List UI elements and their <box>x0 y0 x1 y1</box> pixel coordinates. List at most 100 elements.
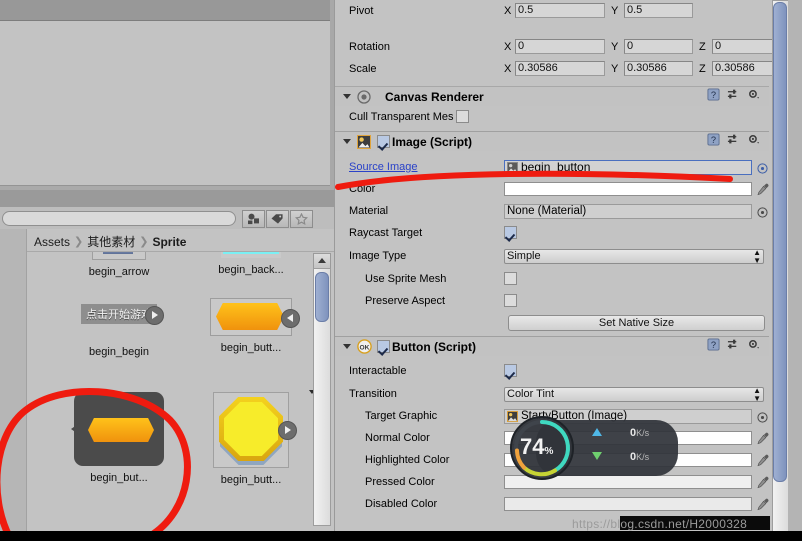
svg-text:?: ? <box>711 340 716 350</box>
asset-item[interactable]: begin_back... <box>177 252 308 276</box>
asset-item[interactable]: begin_butt... <box>177 392 308 486</box>
set-native-size-button[interactable]: Set Native Size <box>508 315 765 331</box>
project-scroll-up-button[interactable] <box>313 253 331 269</box>
button-component-enabled-checkbox[interactable] <box>377 340 390 353</box>
svg-text:?: ? <box>711 90 716 100</box>
source-image-row: Source Image begin_button <box>335 160 797 177</box>
upload-speed: 0K/s <box>630 427 649 439</box>
favorites-star-icon <box>295 213 308 225</box>
asset-item-selected[interactable]: begin_but... <box>45 392 193 484</box>
use-sprite-mesh-label: Use Sprite Mesh <box>365 273 447 285</box>
canvas-renderer-header[interactable]: Canvas Renderer <box>335 86 769 106</box>
breadcrumb-item-current[interactable]: Sprite <box>152 235 186 249</box>
preview-play-badge[interactable] <box>281 309 300 328</box>
gear-icon[interactable] <box>747 133 760 146</box>
chevron-up-icon <box>318 258 326 263</box>
eyedropper-icon[interactable] <box>757 183 769 196</box>
eyedropper-icon[interactable] <box>757 454 769 467</box>
asset-item[interactable]: begin_butt... <box>177 298 308 354</box>
image-component-header-icons: ? <box>707 133 760 146</box>
disabled-color-row: Disabled Color <box>335 497 797 514</box>
button-component-title: Button (Script) <box>392 339 476 354</box>
disabled-color-swatch[interactable] <box>504 497 752 511</box>
raycast-target-checkbox[interactable] <box>504 226 517 239</box>
preserve-aspect-row: Preserve Aspect <box>335 294 797 311</box>
rotation-x-field[interactable]: 0 <box>515 39 605 54</box>
image-component-header[interactable]: Image (Script) <box>335 131 769 151</box>
interactable-checkbox[interactable] <box>504 364 517 377</box>
eyedropper-icon[interactable] <box>757 498 769 511</box>
image-color-swatch[interactable] <box>504 182 752 196</box>
search-input[interactable] <box>2 211 236 226</box>
pivot-y-axis: Y <box>611 4 619 17</box>
breadcrumb-item-folder[interactable]: 其他素材 <box>87 233 135 250</box>
object-picker-icon[interactable] <box>757 412 768 423</box>
gauge-unit: % <box>544 446 554 457</box>
image-component-enabled-checkbox[interactable] <box>377 135 390 148</box>
eyedropper-icon[interactable] <box>757 476 769 489</box>
asset-item[interactable]: begin_arrow <box>45 252 193 278</box>
preset-icon[interactable] <box>727 338 740 351</box>
asset-thumbnail <box>210 298 300 336</box>
button-component-header-icons: ? <box>707 338 760 351</box>
gear-icon[interactable] <box>747 338 760 351</box>
source-image-label[interactable]: Source Image <box>349 161 417 173</box>
download-arrow-icon <box>592 452 602 460</box>
collapse-triangle-icon[interactable] <box>343 139 351 144</box>
object-picker-icon[interactable] <box>757 207 768 218</box>
collapse-triangle-icon[interactable] <box>343 94 351 99</box>
filter-by-type-button[interactable] <box>242 210 265 228</box>
hex-button-sprite <box>216 303 284 330</box>
scale-x-field[interactable]: 0.30586 <box>515 61 605 76</box>
help-icon[interactable]: ? <box>707 88 720 101</box>
cpu-gauge[interactable]: 74% <box>508 414 576 482</box>
asset-label: begin_butt... <box>220 342 282 354</box>
rotation-z-field[interactable]: 0 <box>712 39 781 54</box>
highlighted-color-label: Highlighted Color <box>365 454 450 466</box>
help-icon[interactable]: ? <box>707 133 720 146</box>
image-material-value: None (Material) <box>507 205 587 217</box>
preset-icon[interactable] <box>727 88 740 101</box>
preset-icon[interactable] <box>727 133 740 146</box>
dropdown-arrows-icon: ▲ ▼ <box>753 385 761 403</box>
project-scrollbar-thumb[interactable] <box>315 272 329 322</box>
favorites-button[interactable] <box>290 210 313 228</box>
preview-play-badge[interactable] <box>278 421 297 440</box>
pivot-label: Pivot <box>349 4 374 17</box>
preserve-aspect-checkbox[interactable] <box>504 294 517 307</box>
asset-item[interactable]: 点击开始游戏 begin_begin <box>45 304 193 358</box>
scale-z-field[interactable]: 0.30586 <box>712 61 781 76</box>
image-type-dropdown[interactable]: Simple ▲ ▼ <box>504 247 764 265</box>
object-picker-icon[interactable] <box>757 163 768 174</box>
pivot-y-field[interactable]: 0.5 <box>624 3 693 18</box>
button-component-header[interactable]: OK Button (Script) <box>335 336 769 356</box>
dark-hex-button-sprite <box>88 418 154 442</box>
image-material-field[interactable]: None (Material) <box>504 204 752 219</box>
download-speed-unit: K/s <box>636 452 650 462</box>
asset-thumbnail: 点击开始游戏 <box>81 304 164 325</box>
filter-by-label-button[interactable] <box>266 210 289 228</box>
eyedropper-icon[interactable] <box>757 432 769 445</box>
preview-play-badge[interactable] <box>145 306 164 325</box>
use-sprite-mesh-checkbox[interactable] <box>504 272 517 285</box>
asset-grid: begin_arrow begin_back... 点击开始游戏 begin_b… <box>27 252 308 531</box>
rotation-y-field[interactable]: 0 <box>624 39 693 54</box>
dropdown-arrows-icon: ▲ ▼ <box>753 247 761 265</box>
inspector-scrollbar-thumb[interactable] <box>773 2 787 482</box>
transition-dropdown[interactable]: Color Tint ▲ ▼ <box>504 385 764 403</box>
cull-transparent-checkbox[interactable] <box>455 110 469 123</box>
left-view-header <box>0 0 330 21</box>
scale-y-axis: Y <box>611 62 619 75</box>
collapse-triangle-icon[interactable] <box>343 344 351 349</box>
svg-text:?: ? <box>711 135 716 145</box>
pivot-x-field[interactable]: 0.5 <box>515 3 605 18</box>
scale-y-field[interactable]: 0.30586 <box>624 61 693 76</box>
disabled-color-label: Disabled Color <box>365 498 438 510</box>
upload-arrow-icon <box>592 428 602 436</box>
source-image-field[interactable]: begin_button <box>504 160 752 175</box>
breadcrumb-item-assets[interactable]: Assets <box>34 235 70 249</box>
raycast-target-label: Raycast Target <box>349 227 423 239</box>
help-icon[interactable]: ? <box>707 338 720 351</box>
gear-icon[interactable] <box>747 88 760 101</box>
network-monitor-widget[interactable]: 0K/s 0K/s 74% <box>508 414 678 482</box>
